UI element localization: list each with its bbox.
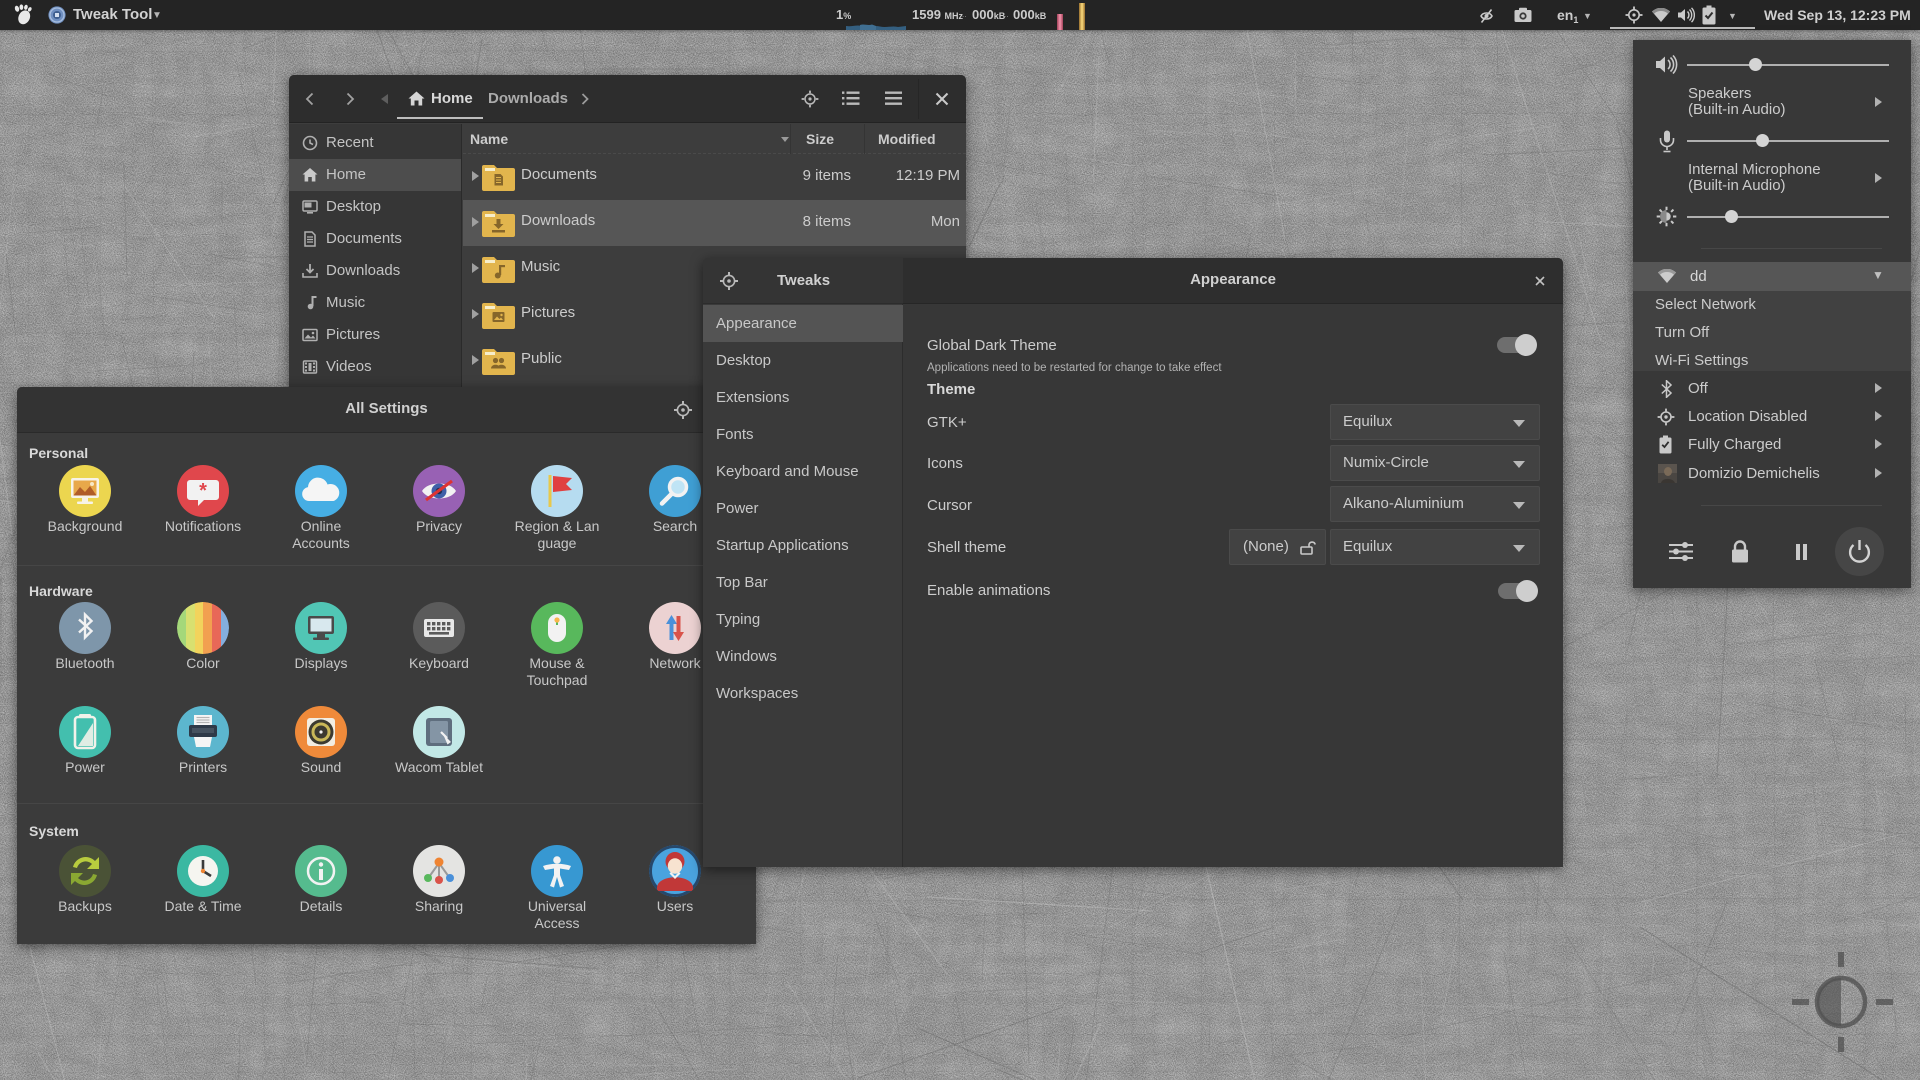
- svg-text:*: *: [199, 480, 207, 502]
